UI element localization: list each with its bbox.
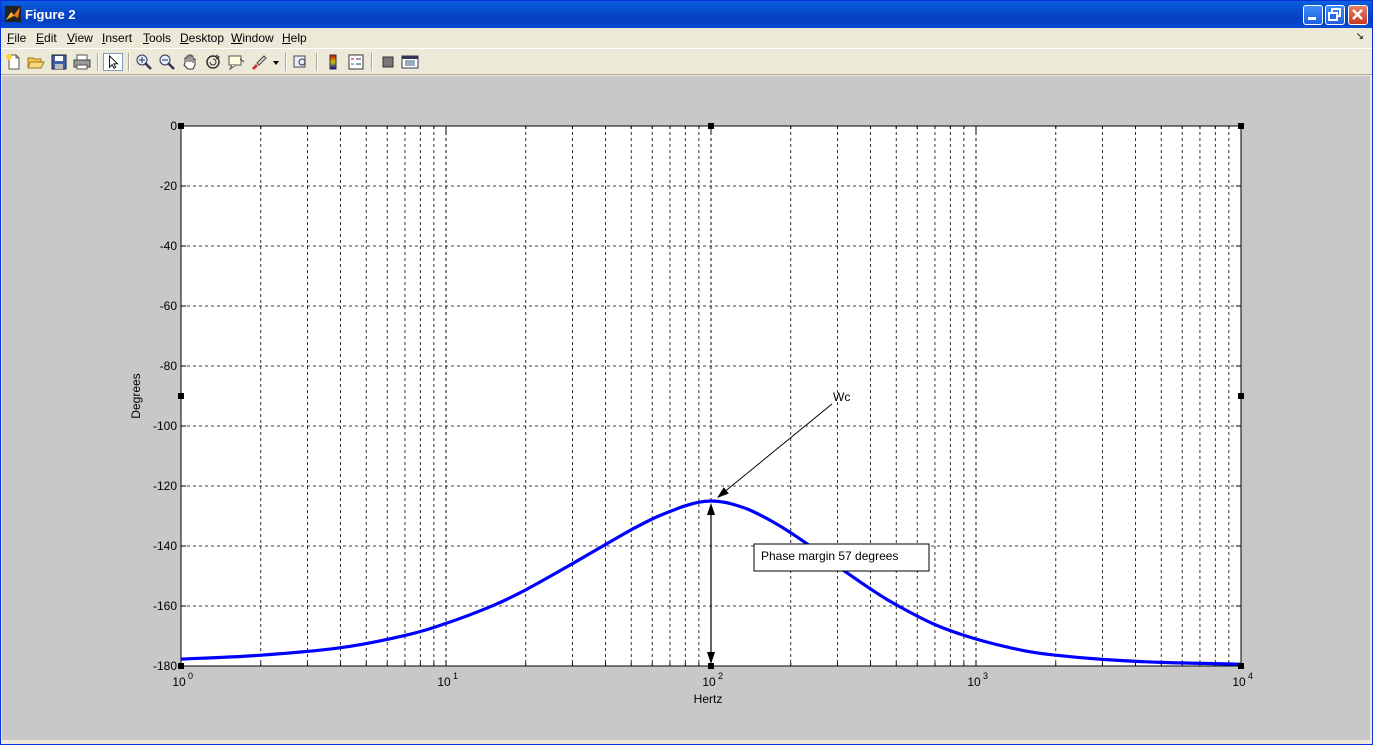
y-tick-label: 0 [170,119,177,133]
axes-resize-handle [178,663,184,669]
brush-icon[interactable] [249,53,269,71]
axes-resize-handle [178,123,184,129]
y-tick-label: -60 [160,299,178,313]
y-tick-label: -80 [160,359,178,373]
brush-dropdown-icon[interactable] [273,61,279,66]
menu-tools[interactable]: Tools [143,31,171,45]
phase-margin-text: Phase margin 57 degrees [761,549,898,563]
restore-icon [1328,8,1341,21]
bode-phase-plot: 0-20-40-60-80-100-120-140-160-180 10 0 10 1… [2,76,1370,740]
x-tick-exponent: 3 [983,671,988,681]
minimize-button[interactable] [1303,5,1323,25]
print-icon[interactable] [72,53,92,71]
rotate-3d-icon[interactable] [203,53,223,71]
edit-plot-icon[interactable] [103,53,123,71]
open-file-icon[interactable] [26,53,46,71]
figure-window: Figure 2 File Edit View Insert Tools Des… [0,0,1373,745]
pan-icon[interactable] [180,53,200,71]
x-tick-label: 10 [172,675,186,689]
phase-margin-textbox[interactable]: Phase margin 57 degrees [753,543,930,572]
menu-insert[interactable]: Insert [102,31,132,45]
axes-resize-handle [1238,123,1244,129]
matlab-logo-icon [5,6,21,22]
x-tick-exponent: 1 [453,671,458,681]
menu-bar: File Edit View Insert Tools Desktop Wind… [1,28,1372,48]
x-tick-exponent: 0 [188,671,193,681]
window-bottom-border [1,740,1372,744]
x-tick-label: 10 [437,675,451,689]
minimize-icon [1308,17,1316,20]
x-tick-label: 10 [1232,675,1246,689]
y-axis-label: Degrees [129,373,143,418]
colorbar-icon[interactable] [323,53,343,71]
axes-resize-handle [708,663,714,669]
menu-dock-arrow-icon[interactable]: ↘ [1356,31,1364,42]
menu-edit[interactable]: Edit [36,31,57,45]
axes-resize-handle [1238,663,1244,669]
y-tick-label: -120 [153,479,177,493]
x-tick-exponent: 2 [718,671,723,681]
legend-icon[interactable] [346,53,366,71]
axes-resize-handle [1238,393,1244,399]
link-plot-icon[interactable] [291,53,311,71]
y-tick-label: -180 [153,659,177,673]
new-figure-icon[interactable] [4,53,24,71]
figure-toolbar [1,48,1372,75]
save-icon[interactable] [49,53,69,71]
menu-help[interactable]: Help [282,31,307,45]
y-tick-label: -40 [160,239,178,253]
y-tick-label: -100 [153,419,177,433]
data-cursor-icon[interactable] [226,53,246,71]
menu-desktop[interactable]: Desktop [180,31,224,45]
show-plot-tools-icon[interactable] [400,53,420,71]
x-axis-label: Hertz [694,692,723,706]
x-tick-exponent: 4 [1248,671,1253,681]
title-bar[interactable]: Figure 2 [1,1,1372,28]
x-tick-label: 10 [702,675,716,689]
menu-file[interactable]: File [7,31,26,45]
y-tick-label: -160 [153,599,177,613]
zoom-out-icon[interactable] [157,53,177,71]
axes-resize-handle [178,393,184,399]
window-title: Figure 2 [25,7,76,22]
close-button[interactable] [1348,5,1368,25]
wc-label: Wc [833,390,850,404]
x-tick-label: 10 [967,675,981,689]
y-tick-label: -140 [153,539,177,553]
menu-view[interactable]: View [67,31,93,45]
hide-plot-tools-icon[interactable] [378,53,398,71]
close-icon [1352,9,1363,20]
zoom-in-icon[interactable] [134,53,154,71]
y-tick-label: -20 [160,179,178,193]
menu-window[interactable]: Window [231,31,274,45]
figure-canvas: 0 -20 -40 -60 -80 -100 -120 -140 -160 -180 10 0 10 1… [2,76,1370,740]
restore-button[interactable] [1325,5,1345,25]
axes-resize-handle [708,123,714,129]
